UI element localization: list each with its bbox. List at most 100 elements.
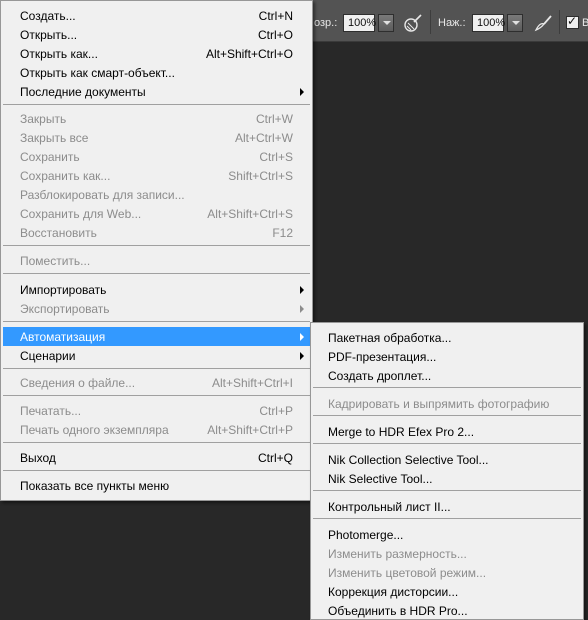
opacity-label: озр.: <box>314 17 338 29</box>
menu-item-label: Выход <box>20 451 56 465</box>
file-menu: Создать... Ctrl+N Открыть... Ctrl+O Откр… <box>0 0 313 501</box>
menu-item-automate[interactable]: Автоматизация <box>3 327 310 346</box>
menu-item-shortcut: Ctrl+Q <box>257 451 293 465</box>
menu-item-label: Закрыть все <box>20 131 89 145</box>
menu-item-label: Изменить размерность... <box>328 547 467 561</box>
brush-pressure-icon[interactable] <box>532 12 554 34</box>
menu-item-label: Сохранить как... <box>20 169 111 183</box>
menu-separator <box>313 415 581 416</box>
menu-item-label: Nik Collection Selective Tool... <box>328 453 489 467</box>
opacity-input[interactable]: 100% <box>343 14 376 32</box>
pressure-dropdown-button[interactable] <box>507 14 523 32</box>
submenu-arrow-icon <box>300 286 304 294</box>
menu-item-label: Восстановить <box>20 226 97 240</box>
submenu-arrow-icon <box>300 333 304 341</box>
menu-item-print[interactable]: Печатать... Ctrl+P <box>3 401 310 420</box>
submenu-item-batch[interactable]: Пакетная обработка... <box>313 328 581 347</box>
menu-item-shortcut: Alt+Shift+Ctrl+I <box>211 376 293 390</box>
submenu-item-lens-correction[interactable]: Коррекция дисторсии... <box>313 582 581 601</box>
menu-item-label: Поместить... <box>20 254 91 268</box>
automate-submenu: Пакетная обработка... PDF-презентация...… <box>310 322 584 620</box>
menu-item-shortcut: Alt+Shift+Ctrl+P <box>207 423 293 437</box>
submenu-item-merge-to-hdr-efex[interactable]: Merge to HDR Efex Pro 2... <box>313 422 581 441</box>
menu-item-label: Открыть как смарт-объект... <box>20 66 175 80</box>
menu-item-exit[interactable]: Выход Ctrl+Q <box>3 448 310 467</box>
menu-item-place[interactable]: Поместить... <box>3 251 310 270</box>
pressure-input[interactable]: 100% <box>472 14 505 32</box>
menu-item-shortcut: Alt+Ctrl+W <box>234 131 293 145</box>
submenu-item-nik-selective[interactable]: Nik Selective Tool... <box>313 469 581 488</box>
menu-item-label: PDF-презентация... <box>328 350 437 364</box>
menu-item-label: Контрольный лист II... <box>328 500 451 514</box>
opacity-dropdown-button[interactable] <box>378 14 394 32</box>
submenu-item-contact-sheet[interactable]: Контрольный лист II... <box>313 497 581 516</box>
menu-item-label: Последние документы <box>20 85 146 99</box>
menu-item-label: Кадрировать и выпрямить фотографию <box>328 397 550 411</box>
menu-item-shortcut: Ctrl+S <box>259 150 293 164</box>
checkbox-label: В <box>582 17 588 29</box>
toolbar-separator <box>559 10 560 34</box>
menu-item-shortcut: Shift+Ctrl+S <box>228 169 293 183</box>
submenu-item-pdf-presentation[interactable]: PDF-презентация... <box>313 347 581 366</box>
menu-separator <box>313 443 581 444</box>
menu-item-open[interactable]: Открыть... Ctrl+O <box>3 25 310 44</box>
menu-item-label: Открыть как... <box>20 47 98 61</box>
menu-item-shortcut: Ctrl+P <box>259 404 293 418</box>
menu-item-show-all-menu-items[interactable]: Показать все пункты меню <box>3 476 310 495</box>
menu-item-label: Сведения о файле... <box>20 376 136 390</box>
menu-item-label: Показать все пункты меню <box>20 479 170 493</box>
menu-item-scripts[interactable]: Сценарии <box>3 346 310 365</box>
menu-item-open-as[interactable]: Открыть как... Alt+Shift+Ctrl+O <box>3 44 310 63</box>
menu-item-unlock-for-writing[interactable]: Разблокировать для записи... <box>3 185 310 204</box>
menu-separator <box>313 490 581 491</box>
submenu-item-create-droplet[interactable]: Создать дроплет... <box>313 366 581 385</box>
menu-item-label: Создать дроплет... <box>328 369 432 383</box>
sample-checkbox[interactable] <box>566 14 579 29</box>
menu-item-recent-documents[interactable]: Последние документы <box>3 82 310 101</box>
menu-item-label: Автоматизация <box>20 330 106 344</box>
menu-item-open-as-smart-object[interactable]: Открыть как смарт-объект... <box>3 63 310 82</box>
menu-item-label: Разблокировать для записи... <box>20 188 185 202</box>
menu-item-shortcut: Alt+Shift+Ctrl+S <box>207 207 293 221</box>
menu-item-save-for-web[interactable]: Сохранить для Web... Alt+Shift+Ctrl+S <box>3 204 310 223</box>
menu-item-label: Создать... <box>20 9 76 23</box>
menu-separator <box>3 273 310 274</box>
menu-item-import[interactable]: Импортировать <box>3 280 310 299</box>
menu-item-label: Открыть... <box>20 28 78 42</box>
menu-item-label: Печать одного экземпляра <box>20 423 169 437</box>
menu-item-file-info[interactable]: Сведения о файле... Alt+Shift+Ctrl+I <box>3 373 310 392</box>
menu-item-new[interactable]: Создать... Ctrl+N <box>3 6 310 25</box>
menu-item-label: Сохранить для Web... <box>20 207 142 221</box>
menu-item-shortcut: Alt+Shift+Ctrl+O <box>205 47 293 61</box>
menu-item-label: Сохранить <box>20 150 80 164</box>
submenu-item-photomerge[interactable]: Photomerge... <box>313 525 581 544</box>
menu-item-close[interactable]: Закрыть Ctrl+W <box>3 109 310 128</box>
menu-item-label: Экспортировать <box>20 302 110 316</box>
menu-item-print-one-copy[interactable]: Печать одного экземпляра Alt+Shift+Ctrl+… <box>3 420 310 439</box>
menu-item-label: Печатать... <box>20 404 82 418</box>
menu-item-label: Коррекция дисторсии... <box>328 585 459 599</box>
menu-item-shortcut: F12 <box>272 226 293 240</box>
submenu-arrow-icon <box>300 305 304 313</box>
menu-item-save[interactable]: Сохранить Ctrl+S <box>3 147 310 166</box>
submenu-item-fit-image[interactable]: Изменить размерность... <box>313 544 581 563</box>
menu-item-close-all[interactable]: Закрыть все Alt+Ctrl+W <box>3 128 310 147</box>
menu-item-label: Nik Selective Tool... <box>328 472 433 486</box>
menu-separator <box>3 245 310 246</box>
menu-item-shortcut: Ctrl+O <box>257 28 293 42</box>
menu-item-shortcut: Ctrl+W <box>256 112 293 126</box>
submenu-item-nik-collection-selective[interactable]: Nik Collection Selective Tool... <box>313 450 581 469</box>
menu-item-label: Пакетная обработка... <box>328 331 452 345</box>
menu-separator <box>313 387 581 388</box>
menu-separator <box>3 104 310 105</box>
menu-item-label: Сценарии <box>20 349 76 363</box>
menu-item-save-as[interactable]: Сохранить как... Shift+Ctrl+S <box>3 166 310 185</box>
airbrush-opacity-icon[interactable] <box>402 12 424 34</box>
menu-item-export[interactable]: Экспортировать <box>3 299 310 318</box>
menu-item-label: Закрыть <box>20 112 67 126</box>
submenu-item-conditional-mode-change[interactable]: Изменить цветовой режим... <box>313 563 581 582</box>
submenu-item-merge-to-hdr-pro[interactable]: Объединить в HDR Pro... <box>313 601 581 620</box>
submenu-arrow-icon <box>300 88 304 96</box>
menu-item-revert[interactable]: Восстановить F12 <box>3 223 310 242</box>
submenu-item-crop-and-straighten[interactable]: Кадрировать и выпрямить фотографию <box>313 394 581 413</box>
